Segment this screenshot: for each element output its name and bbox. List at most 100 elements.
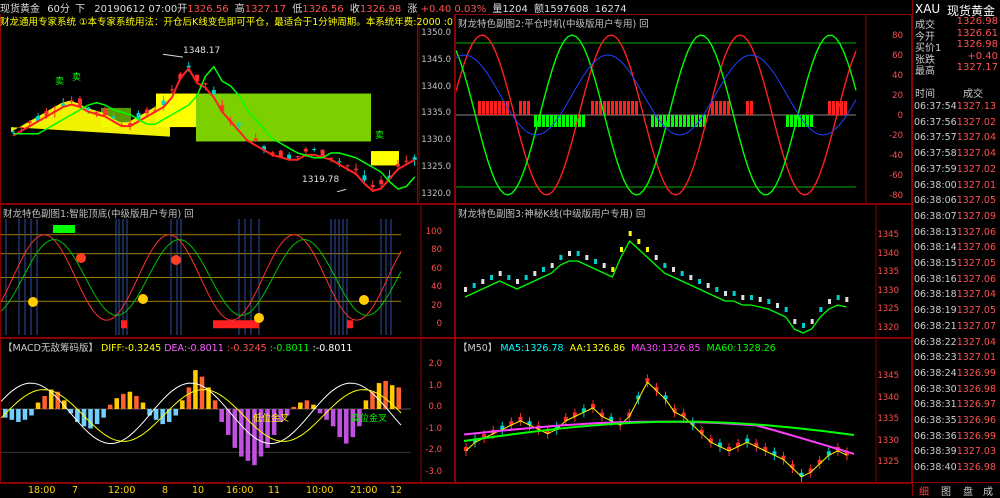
green-bar xyxy=(562,115,565,127)
macd-panel[interactable]: 【MACD无敌筹码版】 DIFF:-0.3245 DEA:-0.8011 :-0… xyxy=(0,338,455,483)
red-bar xyxy=(623,101,626,115)
candle-body xyxy=(559,255,563,260)
candle-body xyxy=(542,267,545,272)
macd-bar xyxy=(343,409,349,444)
candle-body xyxy=(810,319,814,324)
candle-body xyxy=(524,275,528,280)
candle-body xyxy=(654,255,658,260)
macd-bar xyxy=(186,387,192,409)
axis-tick-label: 1330 xyxy=(877,285,899,296)
tick-time: 06:38:00 xyxy=(914,179,957,191)
axis-tick-label: 1340 xyxy=(877,392,899,403)
sell-marker-1: 卖 xyxy=(55,77,65,87)
tick-time: 06:38:39 xyxy=(914,446,957,458)
macd-bar xyxy=(140,402,146,409)
smart-top-bottom-panel[interactable]: 财龙特色副图1:智能顶底(中级版用户专用) 回 100 80 60 40 20 0 xyxy=(0,204,455,338)
macd-bar xyxy=(330,409,336,427)
macd-bar xyxy=(212,400,218,409)
axis-tick-label: 1340.0 xyxy=(421,81,451,92)
candle-body xyxy=(498,271,502,276)
tick-price: 1326.99 xyxy=(956,367,996,379)
axis-tick-label: 80 xyxy=(892,31,903,41)
candle-body xyxy=(490,275,493,280)
green-bar xyxy=(691,115,694,127)
macd-bar xyxy=(199,376,205,409)
tick-time: 06:37:59 xyxy=(914,163,957,175)
close-timing-svg xyxy=(456,15,867,203)
tick-price: 1326.97 xyxy=(956,399,996,411)
candle-body xyxy=(680,271,684,276)
tick-price: 1326.98 xyxy=(956,462,996,474)
tick-price: 1327.02 xyxy=(956,116,996,128)
axis-tick-label: 0.0 xyxy=(428,402,442,413)
candle-body xyxy=(741,295,745,300)
macd-bar xyxy=(304,400,310,409)
axis-tick-label: 1350.0 xyxy=(421,28,451,38)
candle-body xyxy=(481,279,485,284)
low-label: 低 xyxy=(292,4,303,14)
diff-value: -0.3245 xyxy=(124,343,162,354)
red-bar xyxy=(498,101,501,115)
candle-body xyxy=(698,279,701,284)
candle-body xyxy=(793,319,797,324)
tick-price: 1327.07 xyxy=(956,320,996,332)
axis-tick-label: 1325 xyxy=(877,457,899,467)
axis-tick-label: 1330.0 xyxy=(421,135,451,146)
candle-body xyxy=(706,283,710,288)
red-bar xyxy=(631,101,634,115)
candle-body xyxy=(337,161,342,163)
tick-price: 1326.96 xyxy=(956,415,996,426)
macd-title: 【MACD无敌筹码版】 xyxy=(3,343,98,354)
candle-body xyxy=(370,185,375,188)
axis-tick-label: -3.0 xyxy=(425,467,442,477)
macd-bar xyxy=(9,409,15,420)
ma-line-green xyxy=(464,239,847,334)
period-label[interactable]: 60分 xyxy=(47,4,70,14)
axis-tick-label: 0 xyxy=(897,111,903,121)
tick-time: 06:38:24 xyxy=(914,367,957,379)
candle-body xyxy=(724,291,727,296)
tick-time: 06:37:54 xyxy=(914,101,957,112)
aa-label: AA: xyxy=(569,343,586,354)
close-timing-title: 财龙特色副图2:平仓时机(中级版用户专用) 回 xyxy=(458,19,649,30)
green-bar xyxy=(671,115,674,127)
close-timing-panel[interactable]: 财龙特色副图2:平仓时机(中级版用户专用) 回 80 60 40 20 0 -20 -40 -… xyxy=(455,14,912,204)
macd-bar xyxy=(337,409,342,438)
candle-body xyxy=(27,121,32,124)
high-label: 高 xyxy=(234,4,245,14)
tick-price: 1327.06 xyxy=(956,273,996,285)
macd-bar xyxy=(35,402,41,409)
ma5-label: MA5: xyxy=(500,343,525,354)
candle-body xyxy=(507,275,511,280)
axis-tick-label: 20 xyxy=(892,91,903,101)
axis-tick-label: 60 xyxy=(892,51,903,61)
candle-body xyxy=(103,109,108,116)
tick-price: 1327.05 xyxy=(956,195,996,207)
axis-tick-label: -60 xyxy=(889,171,903,181)
red-bar xyxy=(523,101,526,115)
mystic-kline-panel[interactable]: 财龙特色副图3:神秘K线(中级版用户专用) 回 1345 1340 1335 1330… xyxy=(455,204,912,338)
ma-kline-panel[interactable]: 【M50】 MA5:1326.78 AA:1326.86 MA30:1326.8… xyxy=(455,338,912,483)
diff-label: DIFF: xyxy=(101,343,125,354)
macd-bar xyxy=(134,396,139,409)
low-golden-cross-label: 低位金叉 xyxy=(253,414,290,424)
tick-price: 1327.05 xyxy=(956,258,996,269)
candle-body xyxy=(77,98,82,107)
main-kline-svg xyxy=(11,14,420,203)
signal-dot xyxy=(254,313,264,323)
aa-value: 1326.86 xyxy=(585,343,626,354)
green-bar xyxy=(810,115,813,127)
main-kline-panel[interactable]: 1350.0 1345.0 1340.0 1335.0 1330.0 1325.0 1320… xyxy=(0,14,455,204)
candle-body xyxy=(663,263,667,268)
ticks-header-time: 时间 xyxy=(915,89,935,100)
candle-body xyxy=(472,283,476,288)
macd-bar xyxy=(107,404,113,409)
change-value: +0.40 xyxy=(420,4,452,14)
red-bar xyxy=(519,101,522,115)
tick-price: 1327.05 xyxy=(956,305,996,317)
candle-body xyxy=(620,247,623,252)
tick-time: 06:38:23 xyxy=(914,352,957,364)
candle-body xyxy=(312,148,317,150)
tick-time: 06:38:14 xyxy=(914,242,957,254)
tick-price: 1327.04 xyxy=(956,148,996,160)
